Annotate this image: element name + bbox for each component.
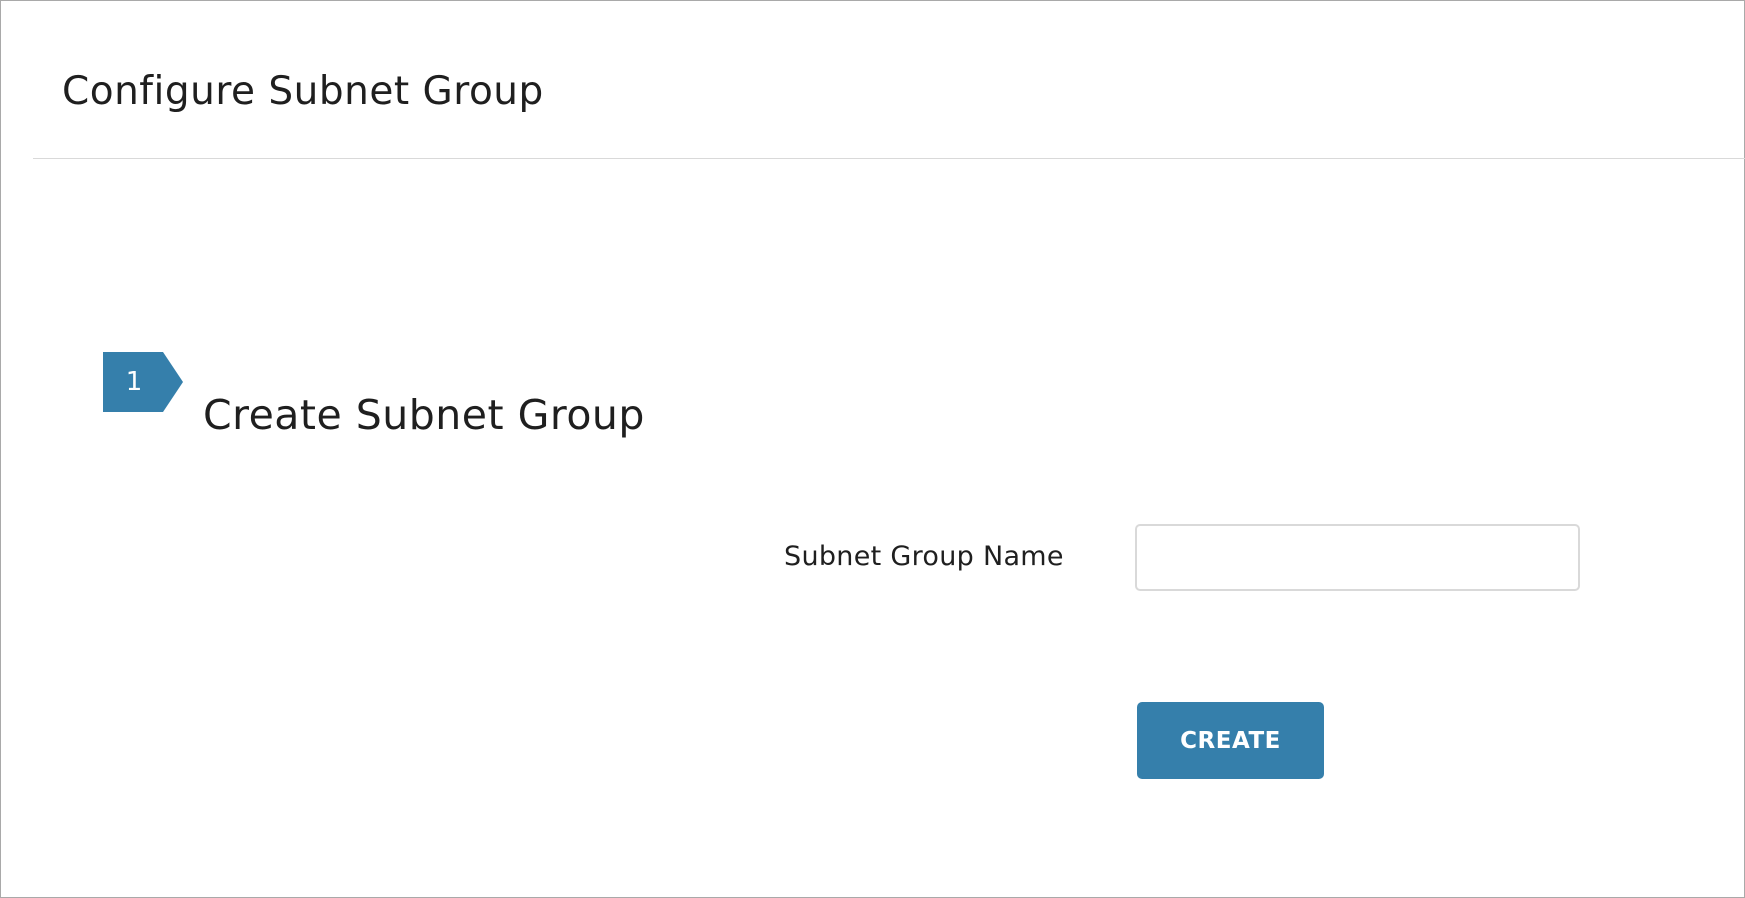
page-title: Configure Subnet Group [62,69,544,115]
step-badge: 1 [103,352,183,412]
create-button[interactable]: CREATE [1137,702,1324,779]
step-title: Create Subnet Group [203,391,645,440]
dialog-frame: Configure Subnet Group 1 Create Subnet G… [0,0,1745,898]
subnet-group-name-input[interactable] [1135,524,1580,591]
header-divider [33,158,1745,159]
subnet-group-name-label: Subnet Group Name [784,541,1064,572]
step-number: 1 [125,367,143,397]
